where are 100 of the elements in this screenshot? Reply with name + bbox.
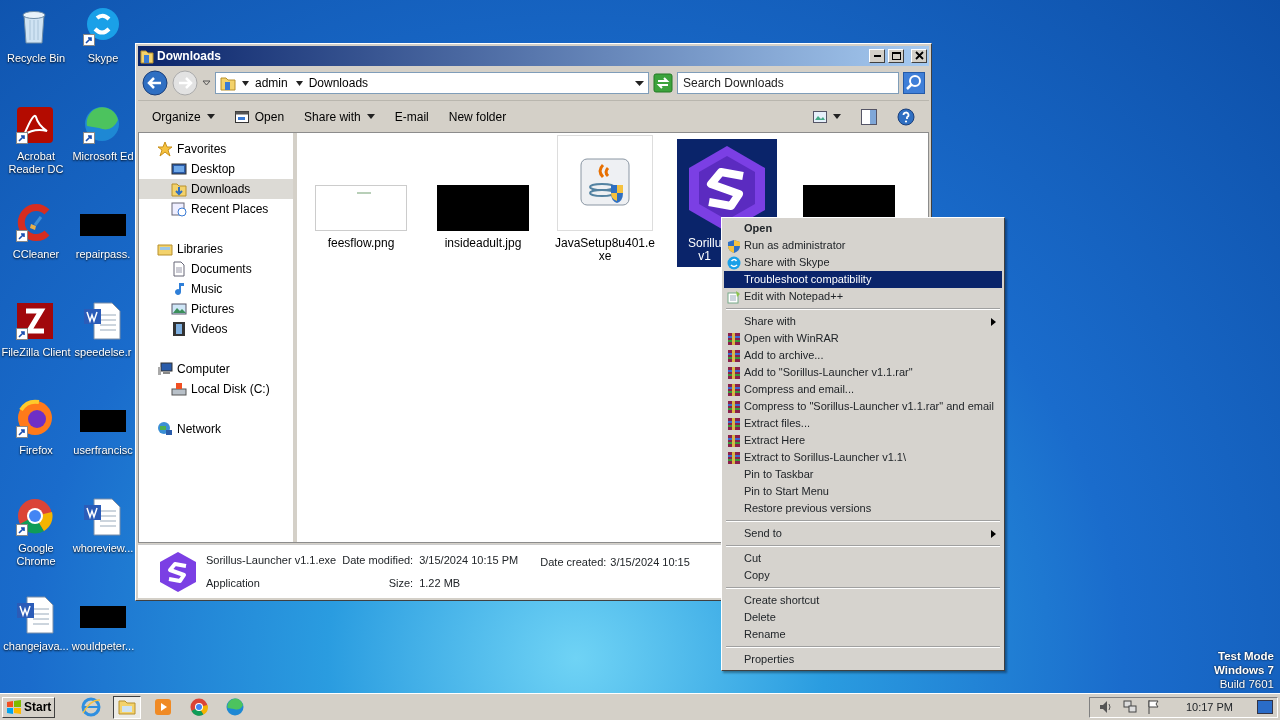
desktop-shortcut[interactable]: Skype: [72, 4, 134, 102]
disk-icon: [171, 381, 187, 397]
nav-item[interactable]: Documents: [139, 259, 293, 279]
nav-item[interactable]: Local Disk (C:): [139, 379, 293, 399]
menu-item[interactable]: Copy: [724, 567, 1002, 584]
desktop-shortcut[interactable]: userfrancisc: [72, 396, 134, 494]
submenu-arrow-icon: [991, 317, 996, 326]
desktop-shortcut[interactable]: repairpass.: [72, 200, 134, 298]
maximize-button[interactable]: [888, 49, 904, 63]
window-title: Downloads: [157, 48, 221, 65]
show-desktop-button[interactable]: [1257, 700, 1273, 714]
network-button[interactable]: [1121, 699, 1138, 715]
toolbar-button[interactable]: Share with: [296, 104, 383, 129]
desktop-shortcut[interactable]: CCleaner: [0, 200, 72, 298]
flag-button[interactable]: [1145, 699, 1162, 715]
menu-item[interactable]: Send to: [724, 525, 1002, 542]
help-icon: [897, 107, 915, 126]
search-icon: [903, 72, 925, 94]
address-bar[interactable]: admin Downloads: [215, 72, 649, 94]
refresh-button[interactable]: [653, 73, 673, 93]
menu-item[interactable]: Extract files...: [724, 415, 1002, 432]
start-button[interactable]: Start: [2, 696, 56, 718]
chat-app-icon: [727, 255, 741, 270]
menu-item[interactable]: Compress and email...: [724, 381, 1002, 398]
menu-item[interactable]: Rename: [724, 626, 1002, 643]
desktop-shortcut[interactable]: Firefox: [0, 396, 72, 494]
nav-item[interactable]: Computer: [139, 359, 293, 379]
menu-item[interactable]: Add to archive...: [724, 347, 1002, 364]
menu-item[interactable]: Restore previous versions: [724, 500, 1002, 517]
nav-item[interactable]: Network: [139, 419, 293, 439]
desktop-shortcut[interactable]: wouldpeter...: [72, 592, 134, 690]
desktop-shortcut[interactable]: Acrobat Reader DC: [0, 102, 72, 200]
detail-label: Date created:: [540, 555, 607, 570]
toolbar-button[interactable]: Open: [226, 104, 293, 129]
videos-icon: [171, 321, 187, 337]
menu-item[interactable]: Create shortcut: [724, 592, 1002, 609]
history-dropdown-button[interactable]: [202, 80, 211, 86]
breadcrumb[interactable]: admin: [240, 74, 290, 92]
archive-icon: [727, 416, 741, 431]
desktop-icon: [171, 161, 187, 177]
windows-logo-icon: [6, 700, 22, 714]
menu-item[interactable]: Properties: [724, 651, 1002, 668]
folder-icon: [140, 48, 154, 64]
toolbar-button[interactable]: E-mail: [386, 104, 437, 129]
shield-icon: [727, 238, 741, 253]
menu-item[interactable]: Extract Here: [724, 432, 1002, 449]
window-icon: [234, 109, 249, 124]
menu-item[interactable]: Pin to Start Menu: [724, 483, 1002, 500]
file-item[interactable]: JavaSetup8u401.e xe: [555, 139, 655, 267]
nav-item[interactable]: Libraries: [139, 239, 293, 259]
archive-icon: [727, 382, 741, 397]
close-button[interactable]: [911, 49, 927, 63]
breadcrumb[interactable]: Downloads: [293, 74, 371, 92]
file-item[interactable]: feesflow.png: [311, 139, 411, 254]
toolbar-button[interactable]: Organize: [144, 104, 223, 129]
search-button[interactable]: [903, 72, 925, 94]
menu-item[interactable]: Compress to "Sorillus-Launcher v1.1.rar" and email: [724, 398, 1002, 415]
menu-item[interactable]: Add to "Sorillus-Launcher v1.1.rar": [724, 364, 1002, 381]
search-field[interactable]: Search Downloads: [677, 72, 899, 94]
desktop-shortcut[interactable]: speedelse.r: [72, 298, 134, 396]
desktop-shortcut[interactable]: whoreview...: [72, 494, 134, 592]
file-name: Sorillus-Launcher v1.1.exe: [206, 553, 337, 568]
volume-icon: [1097, 699, 1114, 715]
nav-item[interactable]: Downloads: [139, 179, 293, 199]
minimize-button[interactable]: [869, 49, 885, 63]
browser-icon: [225, 697, 246, 717]
menu-item[interactable]: Extract to Sorillus-Launcher v1.1\: [724, 449, 1002, 466]
archive-icon: [727, 331, 741, 346]
toolbar-button[interactable]: New folder: [440, 104, 515, 129]
desktop-shortcut[interactable]: Google Chrome: [0, 494, 72, 592]
maximize-icon: [890, 51, 902, 61]
desktop-shortcut[interactable]: Recycle Bin: [0, 4, 72, 102]
menu-item[interactable]: Share with: [724, 313, 1002, 330]
pictures-icon: [171, 301, 187, 317]
network-icon: [157, 421, 173, 437]
taskbar-app[interactable]: [113, 695, 142, 719]
nav-item[interactable]: Videos: [139, 319, 293, 339]
caret-icon: [242, 80, 249, 86]
desktop-shortcut[interactable]: Microsoft Ed: [72, 102, 134, 200]
nav-item[interactable]: Recent Places: [139, 199, 293, 219]
nav-item[interactable]: Favorites: [139, 139, 293, 159]
caret-icon: [295, 80, 303, 86]
menu-item[interactable]: Cut: [724, 550, 1002, 567]
menu-item[interactable]: Troubleshoot compatibility: [724, 271, 1002, 288]
menu-item[interactable]: Delete: [724, 609, 1002, 626]
desktop-shortcut[interactable]: FileZilla Client: [0, 298, 72, 396]
archive-icon: [727, 433, 741, 448]
archive-icon: [727, 399, 741, 414]
back-button[interactable]: [142, 70, 168, 96]
nav-item[interactable]: Desktop: [139, 159, 293, 179]
archive-icon: [727, 450, 741, 465]
menu-item[interactable]: Edit with Notepad++: [724, 288, 1002, 305]
desktop-shortcut[interactable]: changejava...: [0, 592, 72, 690]
menu-item[interactable]: Open with WinRAR: [724, 330, 1002, 347]
folder-icon: [220, 75, 236, 91]
file-item[interactable]: insideadult.jpg: [433, 139, 533, 254]
menu-item[interactable]: Pin to Taskbar: [724, 466, 1002, 483]
nav-item[interactable]: Pictures: [139, 299, 293, 319]
volume-button[interactable]: [1097, 699, 1114, 715]
nav-item[interactable]: Music: [139, 279, 293, 299]
